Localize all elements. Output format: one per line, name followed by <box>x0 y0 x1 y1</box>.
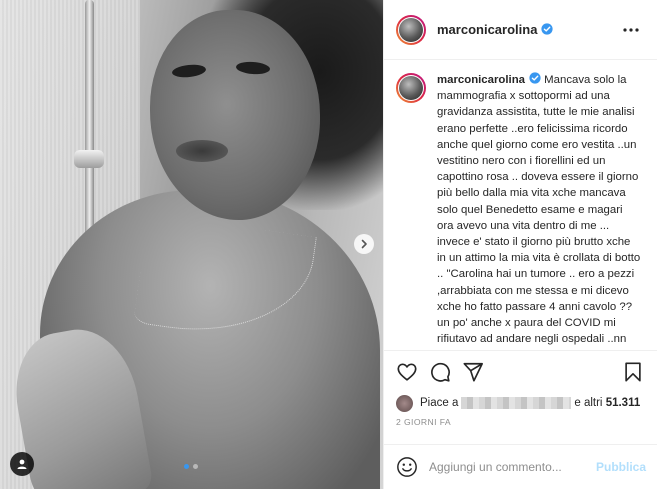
carousel-dot-active <box>184 464 189 469</box>
more-options-button[interactable] <box>622 21 640 39</box>
user-tag-icon <box>17 459 27 469</box>
emoji-button[interactable] <box>396 456 418 478</box>
comment-input[interactable] <box>429 460 589 474</box>
author-avatar[interactable] <box>396 14 426 45</box>
user-tags-button[interactable] <box>10 452 34 476</box>
carousel-next-button[interactable] <box>354 234 374 254</box>
photo-subject-lips <box>176 140 228 162</box>
author-username[interactable]: marconicarolina <box>437 22 554 37</box>
instagram-post-modal: marconicarolina marconicarolina Mancava … <box>0 0 657 489</box>
share-button[interactable] <box>462 361 484 383</box>
photo-subject-face <box>150 10 320 220</box>
carousel-indicator <box>184 464 198 469</box>
heart-icon <box>397 363 417 381</box>
verified-badge-icon <box>529 72 541 84</box>
bookmark-icon <box>625 362 641 382</box>
caption-author-avatar[interactable] <box>396 73 426 103</box>
likes-count[interactable]: 51.311 <box>606 397 641 409</box>
save-button[interactable] <box>622 361 644 383</box>
liker-avatar <box>396 394 413 412</box>
carousel-dot <box>193 464 198 469</box>
comment-icon <box>431 362 450 382</box>
caption-body: Mancava solo la mammografia x sottopormi… <box>437 74 641 350</box>
caption-section: marconicarolina Mancava solo la mammogra… <box>384 60 657 350</box>
caption-text: marconicarolina Mancava solo la mammogra… <box>437 72 642 350</box>
send-icon <box>463 362 483 382</box>
add-comment-form: Pubblica <box>384 444 657 489</box>
action-bar <box>396 351 646 393</box>
caption-author-username[interactable]: marconicarolina <box>437 74 525 86</box>
photo-shower-pipe <box>85 0 94 240</box>
chevron-right-icon <box>361 239 367 249</box>
more-horizontal-icon <box>623 28 639 32</box>
caption-comment: marconicarolina Mancava solo la mammogra… <box>396 72 648 350</box>
emoji-icon <box>397 457 417 477</box>
post-media[interactable] <box>0 0 383 489</box>
post-date[interactable]: 2 GIORNI FA <box>396 417 646 427</box>
likes-prefix: Piace a <box>420 397 459 409</box>
comment-button[interactable] <box>429 361 451 383</box>
publish-comment-button[interactable]: Pubblica <box>596 460 646 474</box>
blurred-username <box>461 397 572 409</box>
post-actions: Piace a e altri 51.311 2 GIORNI FA <box>384 350 657 427</box>
post-side-panel: marconicarolina marconicarolina Mancava … <box>383 0 657 489</box>
verified-badge-icon <box>541 23 554 35</box>
photo-shower-knob <box>74 150 104 168</box>
likes-suffix: e altri <box>574 397 603 409</box>
like-button[interactable] <box>396 361 418 383</box>
likes-summary[interactable]: Piace a e altri 51.311 <box>396 393 646 413</box>
post-header: marconicarolina <box>384 0 657 60</box>
